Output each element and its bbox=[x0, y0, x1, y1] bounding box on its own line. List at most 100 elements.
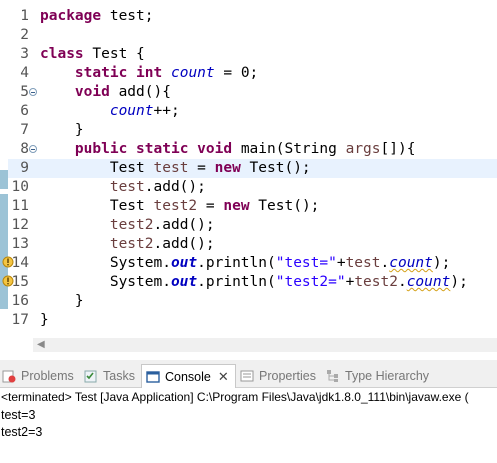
line-number: 13 bbox=[11, 236, 29, 252]
console-icon bbox=[146, 370, 160, 383]
collapse-fold-icon[interactable] bbox=[29, 88, 37, 96]
code-text: ); bbox=[432, 255, 451, 271]
field-name-warning: count bbox=[389, 255, 433, 271]
code-line[interactable]: 8 public static void main(String args[])… bbox=[8, 140, 497, 159]
code-text: test; bbox=[101, 8, 154, 24]
code-text: ++; bbox=[153, 103, 180, 119]
change-marker bbox=[0, 170, 8, 189]
code-line[interactable]: 1 package test; bbox=[8, 7, 497, 26]
code-line[interactable]: 17 } bbox=[8, 311, 497, 330]
code-line[interactable]: 7 } bbox=[8, 121, 497, 140]
keyword: int bbox=[136, 65, 163, 81]
line-number: 17 bbox=[11, 312, 29, 328]
tab-console[interactable]: Console ✕ bbox=[141, 364, 236, 388]
code-text: Test bbox=[109, 198, 154, 214]
line-number: 7 bbox=[20, 122, 29, 138]
code-text: + bbox=[345, 274, 355, 290]
tab-label: Console bbox=[165, 369, 211, 384]
code-text: . bbox=[380, 255, 390, 271]
code-text: } bbox=[74, 122, 84, 138]
code-text: .add(); bbox=[153, 217, 215, 233]
local-variable: test bbox=[153, 160, 189, 176]
console-output-line[interactable]: test2=3 bbox=[1, 425, 42, 439]
code-line[interactable]: 14 System.out.println("test="+test.count… bbox=[2, 254, 497, 273]
tab-label: Type Hierarchy bbox=[345, 369, 430, 383]
code-text: Test { bbox=[83, 46, 145, 62]
tasks-icon bbox=[84, 370, 97, 383]
code-text: } bbox=[74, 293, 84, 309]
static-field: out bbox=[170, 274, 198, 290]
keyword: static bbox=[136, 141, 189, 157]
code-text: } bbox=[40, 312, 49, 328]
code-text: = bbox=[188, 160, 215, 176]
keyword: class bbox=[40, 46, 84, 62]
code-text: Test bbox=[109, 160, 154, 176]
local-variable: test2 bbox=[354, 274, 398, 290]
scroll-left-arrow-icon[interactable]: ◀ bbox=[37, 339, 45, 350]
code-text: main(String bbox=[232, 141, 346, 157]
code-line[interactable]: 15 System.out.println("test2="+test2.cou… bbox=[2, 273, 497, 292]
tab-label: Tasks bbox=[103, 369, 135, 383]
line-number: 8 bbox=[20, 141, 29, 157]
line-number: 2 bbox=[20, 27, 29, 43]
problems-icon bbox=[2, 370, 16, 383]
code-text: .println( bbox=[197, 274, 276, 290]
code-line[interactable]: 2 bbox=[8, 26, 497, 45]
code-text: + bbox=[336, 255, 346, 271]
code-text: System. bbox=[109, 255, 171, 271]
line-number: 12 bbox=[11, 217, 29, 233]
tab-label: Problems bbox=[21, 369, 74, 383]
code-text: .add(); bbox=[144, 179, 206, 195]
keyword: public bbox=[74, 141, 128, 157]
code-line[interactable]: 6 count++; bbox=[8, 102, 497, 121]
change-marker bbox=[0, 194, 8, 309]
line-number: 3 bbox=[20, 46, 29, 62]
local-variable: test2 bbox=[109, 217, 154, 233]
local-variable: test2 bbox=[153, 198, 198, 214]
code-text: System. bbox=[109, 274, 171, 290]
code-line[interactable]: 4 static int count = 0; bbox=[8, 64, 497, 83]
code-text: Test(); bbox=[249, 198, 320, 214]
local-variable: test bbox=[109, 179, 145, 195]
code-text: .add(); bbox=[153, 236, 215, 252]
field-name-warning: count bbox=[406, 274, 451, 290]
string-literal: "test=" bbox=[275, 255, 337, 271]
keyword: static bbox=[74, 65, 128, 81]
code-text: .println( bbox=[197, 255, 276, 271]
console-output-line[interactable]: test=3 bbox=[1, 408, 35, 422]
tab-type-hierarchy[interactable]: Type Hierarchy bbox=[326, 364, 429, 388]
line-number: 10 bbox=[11, 179, 29, 195]
code-text: . bbox=[397, 274, 407, 290]
code-line[interactable]: 5 void add(){ bbox=[8, 83, 497, 102]
code-text: = 0; bbox=[214, 65, 259, 81]
console-process-label: <terminated> Test [Java Application] C:\… bbox=[0, 388, 497, 406]
code-line[interactable]: 12 test2.add(); bbox=[8, 216, 497, 235]
code-line[interactable]: 11 Test test2 = new Test(); bbox=[8, 197, 497, 216]
code-line[interactable]: 10 test.add(); bbox=[8, 178, 497, 197]
field-name: count bbox=[170, 65, 215, 81]
properties-icon bbox=[240, 370, 254, 382]
keyword: new bbox=[214, 160, 241, 176]
static-field: out bbox=[170, 255, 198, 271]
code-line-current[interactable]: 9 Test test = new Test(); bbox=[8, 159, 497, 178]
code-text: add(){ bbox=[109, 84, 171, 100]
code-line[interactable]: 3 class Test { bbox=[8, 45, 497, 64]
tab-properties[interactable]: Properties bbox=[240, 364, 316, 388]
line-number: 15 bbox=[11, 274, 29, 290]
keyword: void bbox=[74, 84, 110, 100]
tab-tasks[interactable]: Tasks bbox=[84, 364, 135, 388]
close-icon[interactable]: ✕ bbox=[218, 369, 229, 385]
line-number: 16 bbox=[11, 293, 29, 309]
collapse-fold-icon[interactable] bbox=[29, 145, 37, 153]
line-number: 11 bbox=[11, 198, 29, 214]
local-variable: args bbox=[345, 141, 381, 157]
tab-problems[interactable]: Problems bbox=[2, 364, 74, 388]
code-line[interactable]: 16 } bbox=[8, 292, 497, 311]
line-number: 1 bbox=[20, 8, 29, 24]
field-name: count bbox=[109, 103, 154, 119]
code-text: = bbox=[197, 198, 224, 214]
line-number: 14 bbox=[11, 255, 29, 271]
code-editor[interactable]: 1 package test; 2 3 class Test { 4 stati… bbox=[0, 0, 497, 336]
code-line[interactable]: 13 test2.add(); bbox=[8, 235, 497, 254]
horizontal-scrollbar[interactable]: ◀ bbox=[33, 338, 497, 352]
